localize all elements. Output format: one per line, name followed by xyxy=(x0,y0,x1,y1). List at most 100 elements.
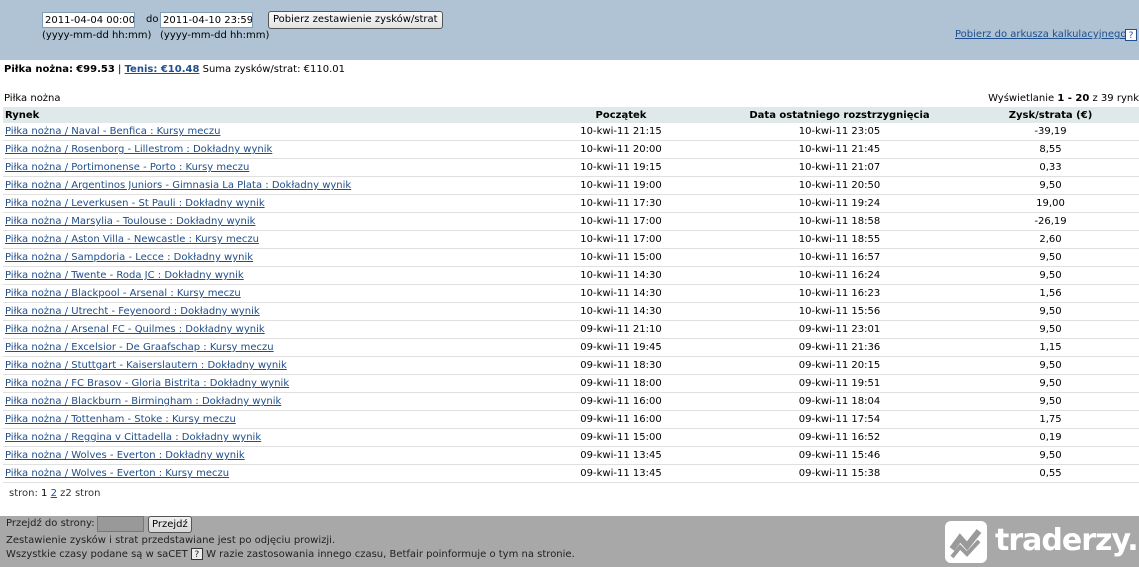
table-row: Piłka nożna / Blackburn - Birmingham : D… xyxy=(3,392,1139,411)
goto-page-label: Przejdź do strony: xyxy=(6,518,95,529)
profit-cell: 9,50 xyxy=(962,392,1139,411)
market-cell: Piłka nożna / Marsylia - Toulouse : Dokł… xyxy=(3,212,525,231)
start-time-cell: 10-kwi-11 19:00 xyxy=(525,176,717,195)
market-cell: Piłka nożna / Portimonense - Porto : Kur… xyxy=(3,158,525,177)
market-cell: Piłka nożna / Wolves - Everton : Dokładn… xyxy=(3,446,525,465)
market-link[interactable]: Piłka nożna / Aston Villa - Newcastle : … xyxy=(5,234,259,245)
start-time-cell: 10-kwi-11 20:00 xyxy=(525,140,717,159)
page-2-link[interactable]: 2 xyxy=(51,488,57,499)
table-row: Piłka nożna / FC Brasov - Gloria Bistrit… xyxy=(3,374,1139,393)
table-row: Piłka nożna / Utrecht - Feyenoord : Dokł… xyxy=(3,302,1139,321)
profit-cell: 9,50 xyxy=(962,356,1139,375)
column-header-market[interactable]: Rynek xyxy=(3,107,525,123)
settled-time-cell: 09-kwi-11 15:38 xyxy=(717,464,962,483)
settled-time-cell: 10-kwi-11 20:50 xyxy=(717,176,962,195)
table-row: Piłka nożna / Rosenborg - Lillestrom : D… xyxy=(3,140,1139,159)
timezone-help-icon[interactable]: ? xyxy=(190,548,203,560)
market-link[interactable]: Piłka nożna / Wolves - Everton : Dokładn… xyxy=(5,450,245,461)
market-link[interactable]: Piłka nożna / Wolves - Everton : Kursy m… xyxy=(5,468,229,479)
page-count: z2 stron xyxy=(60,488,101,499)
market-cell: Piłka nożna / Blackburn - Birmingham : D… xyxy=(3,392,525,411)
start-time-cell: 09-kwi-11 18:30 xyxy=(525,356,717,375)
settled-time-cell: 09-kwi-11 18:04 xyxy=(717,392,962,411)
market-link[interactable]: Piłka nożna / Twente - Roda JC : Dokładn… xyxy=(5,270,244,281)
market-link[interactable]: Piłka nożna / Stuttgart - Kaiserslautern… xyxy=(5,360,287,371)
start-time-cell: 10-kwi-11 17:00 xyxy=(525,212,717,231)
market-cell: Piłka nożna / Wolves - Everton : Kursy m… xyxy=(3,464,525,483)
table-row: Piłka nożna / Wolves - Everton : Dokładn… xyxy=(3,446,1139,465)
get-summary-button[interactable]: Pobierz zestawienie zysków/strat xyxy=(268,11,443,29)
profit-cell: 9,50 xyxy=(962,248,1139,267)
settled-time-cell: 09-kwi-11 20:15 xyxy=(717,356,962,375)
market-link[interactable]: Piłka nożna / Blackburn - Birmingham : D… xyxy=(5,396,281,407)
table-row: Piłka nożna / Stuttgart - Kaiserslautern… xyxy=(3,356,1139,375)
settled-time-cell: 10-kwi-11 16:24 xyxy=(717,266,962,285)
profit-cell: 1,15 xyxy=(962,338,1139,357)
table-row: Piłka nożna / Aston Villa - Newcastle : … xyxy=(3,230,1139,249)
table-row: Piłka nożna / Marsylia - Toulouse : Dokł… xyxy=(3,212,1139,231)
filter-bar: 2011-04-04 00:00 do 2011-04-10 23:59 Pob… xyxy=(0,0,1139,60)
table-row: Piłka nożna / Arsenal FC - Quilmes : Dok… xyxy=(3,320,1139,339)
grand-total-label: Suma zysków/strat: xyxy=(202,64,301,75)
results-table: Rynek Początek Data ostatniego rozstrzyg… xyxy=(3,107,1139,483)
market-cell: Piłka nożna / Sampdoria - Lecce : Dokład… xyxy=(3,248,525,267)
table-row: Piłka nożna / Excelsior - De Graafschap … xyxy=(3,338,1139,357)
start-time-cell: 09-kwi-11 13:45 xyxy=(525,464,717,483)
profit-cell: 9,50 xyxy=(962,446,1139,465)
results-count: Wyświetlanie 1 - 20 z 39 rynk xyxy=(988,93,1139,104)
profit-cell: 9,50 xyxy=(962,320,1139,339)
settled-time-cell: 10-kwi-11 18:58 xyxy=(717,212,962,231)
column-header-settled[interactable]: Data ostatniego rozstrzygnięcia xyxy=(717,107,962,123)
profit-cell: 1,56 xyxy=(962,284,1139,303)
table-row: Piłka nożna / Leverkusen - St Pauli : Do… xyxy=(3,194,1139,213)
start-time-cell: 10-kwi-11 14:30 xyxy=(525,266,717,285)
column-header-start[interactable]: Początek xyxy=(525,107,717,123)
page-1: 1 xyxy=(41,488,48,499)
market-link[interactable]: Piłka nożna / Utrecht - Feyenoord : Dokł… xyxy=(5,306,260,317)
profit-cell: 8,55 xyxy=(962,140,1139,159)
export-spreadsheet-link[interactable]: Pobierz do arkusza kalkulacyjnego xyxy=(955,29,1126,40)
table-row: Piłka nożna / Sampdoria - Lecce : Dokład… xyxy=(3,248,1139,267)
market-link[interactable]: Piłka nożna / Reggina v Cittadella : Dok… xyxy=(5,432,261,443)
market-link[interactable]: Piłka nożna / Excelsior - De Graafschap … xyxy=(5,342,274,353)
market-cell: Piłka nożna / Arsenal FC - Quilmes : Dok… xyxy=(3,320,525,339)
help-icon[interactable]: ? xyxy=(1125,29,1137,41)
market-link[interactable]: Piłka nożna / Sampdoria - Lecce : Dokład… xyxy=(5,252,253,263)
column-header-profit[interactable]: Zysk/strata (€) xyxy=(962,107,1139,123)
goto-page-button[interactable]: Przejdź xyxy=(148,516,192,533)
settled-time-cell: 10-kwi-11 21:07 xyxy=(717,158,962,177)
settled-time-cell: 09-kwi-11 23:01 xyxy=(717,320,962,339)
summary-separator: | xyxy=(118,64,122,75)
start-time-cell: 10-kwi-11 19:15 xyxy=(525,158,717,177)
settled-time-cell: 10-kwi-11 16:57 xyxy=(717,248,962,267)
market-link[interactable]: Piłka nożna / FC Brasov - Gloria Bistrit… xyxy=(5,378,289,389)
settled-time-cell: 09-kwi-11 17:54 xyxy=(717,410,962,429)
profit-cell: 0,19 xyxy=(962,428,1139,447)
start-time-cell: 10-kwi-11 17:00 xyxy=(525,230,717,249)
date-from-input[interactable]: 2011-04-04 00:00 xyxy=(42,12,135,28)
market-link[interactable]: Piłka nożna / Blackpool - Arsenal : Kurs… xyxy=(5,288,241,299)
start-time-cell: 09-kwi-11 18:00 xyxy=(525,374,717,393)
market-link[interactable]: Piłka nożna / Argentinos Juniors - Gimna… xyxy=(5,180,351,191)
market-link[interactable]: Piłka nożna / Tottenham - Stoke : Kursy … xyxy=(5,414,236,425)
start-time-cell: 10-kwi-11 17:30 xyxy=(525,194,717,213)
settled-time-cell: 09-kwi-11 16:52 xyxy=(717,428,962,447)
goto-page-input[interactable] xyxy=(97,516,144,532)
tennis-total-link[interactable]: Tenis: €10.48 xyxy=(125,64,200,75)
table-row: Piłka nożna / Tottenham - Stoke : Kursy … xyxy=(3,410,1139,429)
market-link[interactable]: Piłka nożna / Marsylia - Toulouse : Dokł… xyxy=(5,216,255,227)
profit-cell: 9,50 xyxy=(962,176,1139,195)
market-cell: Piłka nożna / Utrecht - Feyenoord : Dokł… xyxy=(3,302,525,321)
market-cell: Piłka nożna / Aston Villa - Newcastle : … xyxy=(3,230,525,249)
start-time-cell: 09-kwi-11 13:45 xyxy=(525,446,717,465)
market-link[interactable]: Piłka nożna / Arsenal FC - Quilmes : Dok… xyxy=(5,324,265,335)
market-link[interactable]: Piłka nożna / Leverkusen - St Pauli : Do… xyxy=(5,198,265,209)
market-link[interactable]: Piłka nożna / Rosenborg - Lillestrom : D… xyxy=(5,144,272,155)
market-cell: Piłka nożna / FC Brasov - Gloria Bistrit… xyxy=(3,374,525,393)
date-to-input[interactable]: 2011-04-10 23:59 xyxy=(160,12,253,28)
market-link[interactable]: Piłka nożna / Naval - Benfica : Kursy me… xyxy=(5,126,220,137)
market-link[interactable]: Piłka nożna / Portimonense - Porto : Kur… xyxy=(5,162,249,173)
market-cell: Piłka nożna / Excelsior - De Graafschap … xyxy=(3,338,525,357)
table-header-row: Rynek Początek Data ostatniego rozstrzyg… xyxy=(3,107,1139,123)
football-total: €99.53 xyxy=(76,64,115,75)
